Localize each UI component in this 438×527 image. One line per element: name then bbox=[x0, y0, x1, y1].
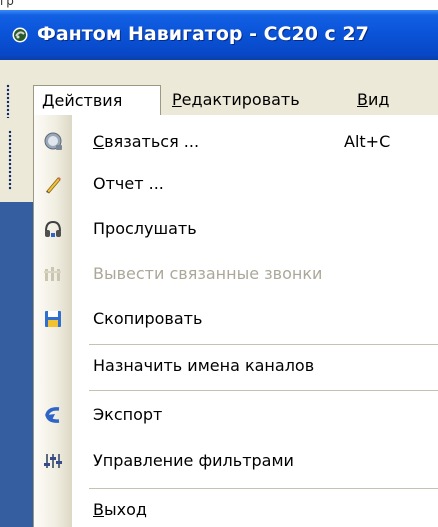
headphones-icon bbox=[45, 220, 61, 237]
menu-item-copy[interactable]: Скопировать bbox=[34, 302, 438, 336]
shortcut-label: Alt+C bbox=[344, 132, 391, 151]
menu-item-listen[interactable]: Прослушать bbox=[34, 212, 438, 246]
top-window-fragment: гр bbox=[0, 0, 438, 10]
menu-view-label: Вид bbox=[357, 90, 390, 109]
menu-item-channel-names-label: Назначить имена каналов bbox=[93, 356, 315, 375]
menu-item-exit[interactable]: Выход bbox=[34, 493, 438, 527]
export-icon bbox=[45, 407, 60, 423]
menu-item-related-calls-label: Вывести связанные звонки bbox=[93, 264, 323, 283]
app-logo-icon bbox=[12, 27, 28, 43]
menu-item-export[interactable]: Экспорт bbox=[34, 398, 438, 432]
report-icon bbox=[46, 177, 61, 194]
menu-item-related-calls[interactable]: Вывести связанные звонки bbox=[34, 257, 438, 291]
actions-dropdown-menu: Связаться ... Alt+C Отчет ... Прослушать… bbox=[33, 115, 438, 527]
window-titlebar[interactable]: Фантом Навигатор - СС20 с 27 bbox=[0, 10, 438, 60]
menu-actions-label: Действия bbox=[42, 91, 123, 110]
menu-actions[interactable]: Действия bbox=[33, 85, 161, 116]
menu-item-listen-label: Прослушать bbox=[93, 219, 197, 238]
menu-edit-label: Редактировать bbox=[172, 90, 300, 109]
top-fragment-text: гр bbox=[0, 0, 14, 8]
filters-icon bbox=[44, 454, 62, 468]
connect-icon bbox=[44, 132, 62, 150]
menu-item-report-label: Отчет ... bbox=[93, 174, 164, 193]
background-window-edge bbox=[0, 120, 33, 527]
menu-item-filters[interactable]: Управление фильтрами bbox=[34, 444, 438, 478]
related-calls-icon bbox=[44, 267, 61, 281]
menu-separator bbox=[89, 344, 438, 345]
menu-item-filters-label: Управление фильтрами bbox=[93, 451, 294, 470]
background-panel bbox=[0, 202, 33, 527]
menu-view[interactable]: Вид bbox=[357, 85, 389, 115]
menu-edit[interactable]: Редактировать bbox=[172, 85, 300, 115]
menu-separator bbox=[89, 390, 438, 391]
menu-item-copy-label: Скопировать bbox=[93, 309, 203, 328]
menu-item-connect[interactable]: Связаться ... Alt+C bbox=[34, 125, 438, 159]
save-copy-icon bbox=[45, 311, 61, 327]
menu-item-report[interactable]: Отчет ... bbox=[34, 167, 438, 201]
menu-item-export-label: Экспорт bbox=[93, 405, 163, 424]
window-title: Фантом Навигатор - СС20 с 27 bbox=[37, 23, 369, 45]
menubar-grip-handle[interactable] bbox=[6, 84, 10, 118]
menu-item-channel-names[interactable]: Назначить имена каналов bbox=[34, 349, 438, 383]
toolbar-grip-handle[interactable] bbox=[8, 130, 12, 190]
menu-separator bbox=[89, 488, 438, 489]
